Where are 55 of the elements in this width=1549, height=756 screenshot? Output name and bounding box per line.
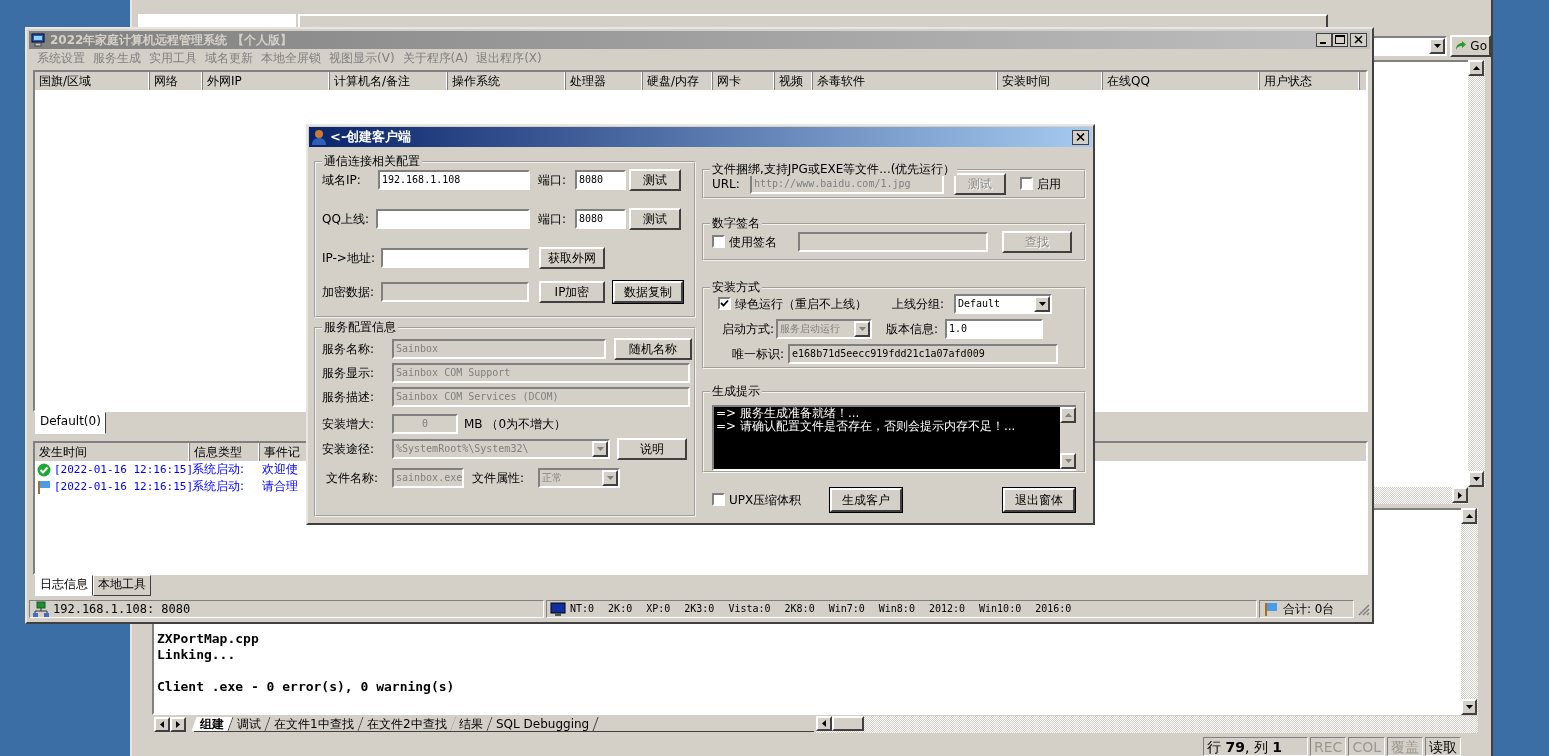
console-line: => 请确认配置文件是否存在，否则会提示内存不足！... (716, 420, 1017, 433)
log-type: 系统启动: (192, 479, 246, 494)
field-label: 文件属性: (472, 470, 526, 486)
output-line: Client .exe - 0 error(s), 0 warning(s) (157, 679, 456, 695)
os-count: XP:0 (646, 603, 671, 616)
os-count: 2012:0 (928, 603, 966, 616)
field-label: 服务描述: (322, 389, 376, 405)
os-count: 2K3:0 (684, 603, 715, 616)
server-address: 192.168.1.108: 8080 (53, 602, 191, 617)
field-label: 安装途径: (322, 441, 376, 457)
field-label: IP->地址: (322, 250, 376, 266)
log-message: 请合理 (262, 479, 298, 494)
dialog-title: <-创建客户端 (330, 129, 413, 145)
field-label: 安装增大: (322, 416, 376, 432)
field-label: 版本信息: (886, 321, 940, 337)
field-label: 端口: (538, 172, 568, 188)
group-title: 数字签名 (710, 216, 762, 231)
os-count: NT:0 (570, 603, 595, 616)
cursor-position: 行 79, 列 1 (1203, 737, 1309, 756)
output-line: Linking... (157, 647, 237, 663)
group-title: 文件捆绑,支持JPG或EXE等文件...(优先运行） (710, 162, 958, 177)
status-indicator: REC (1310, 737, 1347, 756)
os-count: 2K8:0 (784, 603, 815, 616)
os-count: Win10:0 (979, 603, 1022, 616)
output-line: ZXPortMap.cpp (157, 631, 260, 647)
group-title: 安装方式 (710, 280, 762, 295)
os-count: 2K:0 (608, 603, 633, 616)
group-title: 服务配置信息 (322, 320, 398, 335)
group-title: 通信连接相关配置 (322, 154, 422, 169)
field-label: QQ上线: (322, 211, 370, 227)
status-indicator: 读取 (1425, 737, 1461, 756)
field-label: 文件名称: (326, 470, 380, 486)
field-label: 服务显示: (322, 365, 376, 381)
field-label: 上线分组: (892, 296, 946, 312)
log-time: [2022-01-16 12:16:15] (54, 479, 192, 494)
os-count: Win8:0 (878, 603, 915, 616)
console-line: => 服务生成准备就绪！... (716, 407, 861, 420)
hint-text: MB （0为不增大） (464, 416, 567, 432)
field-label: 域名IP: (322, 172, 362, 188)
field-label: 启动方式: (722, 321, 776, 337)
log-type: 系统启动: (192, 462, 246, 477)
status-indicator: COL (1348, 737, 1385, 756)
field-label: 服务名称: (322, 341, 376, 357)
os-count: Win7:0 (828, 603, 865, 616)
field-label: 端口: (538, 211, 568, 227)
field-label: URL: (712, 176, 741, 192)
os-count: Vista:0 (728, 603, 771, 616)
field-label: 唯一标识: (732, 346, 785, 362)
log-time: [2022-01-16 12:16:15] (54, 462, 192, 477)
log-message: 欢迎使 (262, 462, 298, 477)
os-count: 2016:0 (1035, 603, 1072, 616)
total-count: 合计: 0台 (1283, 602, 1335, 617)
window-title: 2022年家庭计算机远程管理系统 【个人版】 (50, 32, 293, 48)
field-label: 加密数据: (322, 284, 376, 300)
group-title: 生成提示 (710, 384, 762, 399)
